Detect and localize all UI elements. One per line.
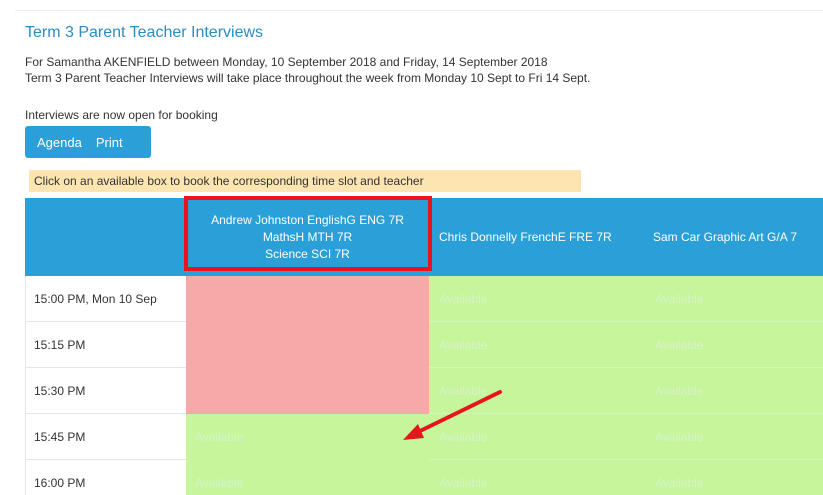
available-slot[interactable]: Available <box>429 368 645 414</box>
teacher-header-line: Science SCI 7R <box>265 246 350 261</box>
teacher-header-sam-car: Sam Car Graphic Art G/A 7 <box>645 198 823 276</box>
time-slot-label: 15:00 PM, Mon 10 Sep <box>25 276 186 322</box>
booked-slot <box>186 322 429 368</box>
available-slot[interactable]: Available <box>645 414 823 460</box>
time-slot-label: 16:00 PM <box>25 460 186 495</box>
page-title: Term 3 Parent Teacher Interviews <box>25 24 264 41</box>
available-slot[interactable]: Available <box>645 322 823 368</box>
time-column-header <box>25 198 186 276</box>
booking-hint: Click on an available box to book the co… <box>29 170 581 192</box>
booked-slot <box>186 368 429 414</box>
agenda-button[interactable]: Agenda <box>37 135 82 150</box>
available-slot[interactable]: Available <box>645 368 823 414</box>
available-slot[interactable]: Available <box>429 276 645 322</box>
student-date-range: For Samantha AKENFIELD between Monday, 1… <box>25 55 548 69</box>
toolbar: Agenda Print <box>25 126 151 158</box>
event-description: Term 3 Parent Teacher Interviews will ta… <box>25 71 591 85</box>
teacher-header-line: Sam Car Graphic Art G/A 7 <box>653 230 798 244</box>
teacher-header-chris-donnelly: Chris Donnelly FrenchE FRE 7R <box>429 198 645 276</box>
interview-schedule-grid: Andrew Johnston EnglishG ENG 7R MathsH M… <box>25 198 823 495</box>
available-slot[interactable]: Available <box>429 322 645 368</box>
available-slot[interactable]: Available <box>429 460 645 495</box>
booked-slot <box>186 276 429 322</box>
teacher-header-andrew-johnston: Andrew Johnston EnglishG ENG 7R MathsH M… <box>186 198 429 276</box>
time-slot-label: 15:15 PM <box>25 322 186 368</box>
available-slot[interactable]: Available <box>186 414 429 460</box>
time-slot-label: 15:45 PM <box>25 414 186 460</box>
top-divider <box>15 10 823 11</box>
teacher-header-line: MathsH MTH 7R <box>262 229 353 244</box>
available-slot[interactable]: Available <box>429 414 645 460</box>
available-slot[interactable]: Available <box>645 460 823 495</box>
print-button[interactable]: Print <box>96 135 123 150</box>
available-slot[interactable]: Available <box>645 276 823 322</box>
teacher-header-line: Andrew Johnston EnglishG ENG 7R <box>211 212 404 227</box>
teacher-header-line: Chris Donnelly FrenchE FRE 7R <box>439 230 612 244</box>
time-slot-label: 15:30 PM <box>25 368 186 414</box>
available-slot[interactable]: Available <box>186 460 429 495</box>
booking-status: Interviews are now open for booking <box>25 108 218 122</box>
